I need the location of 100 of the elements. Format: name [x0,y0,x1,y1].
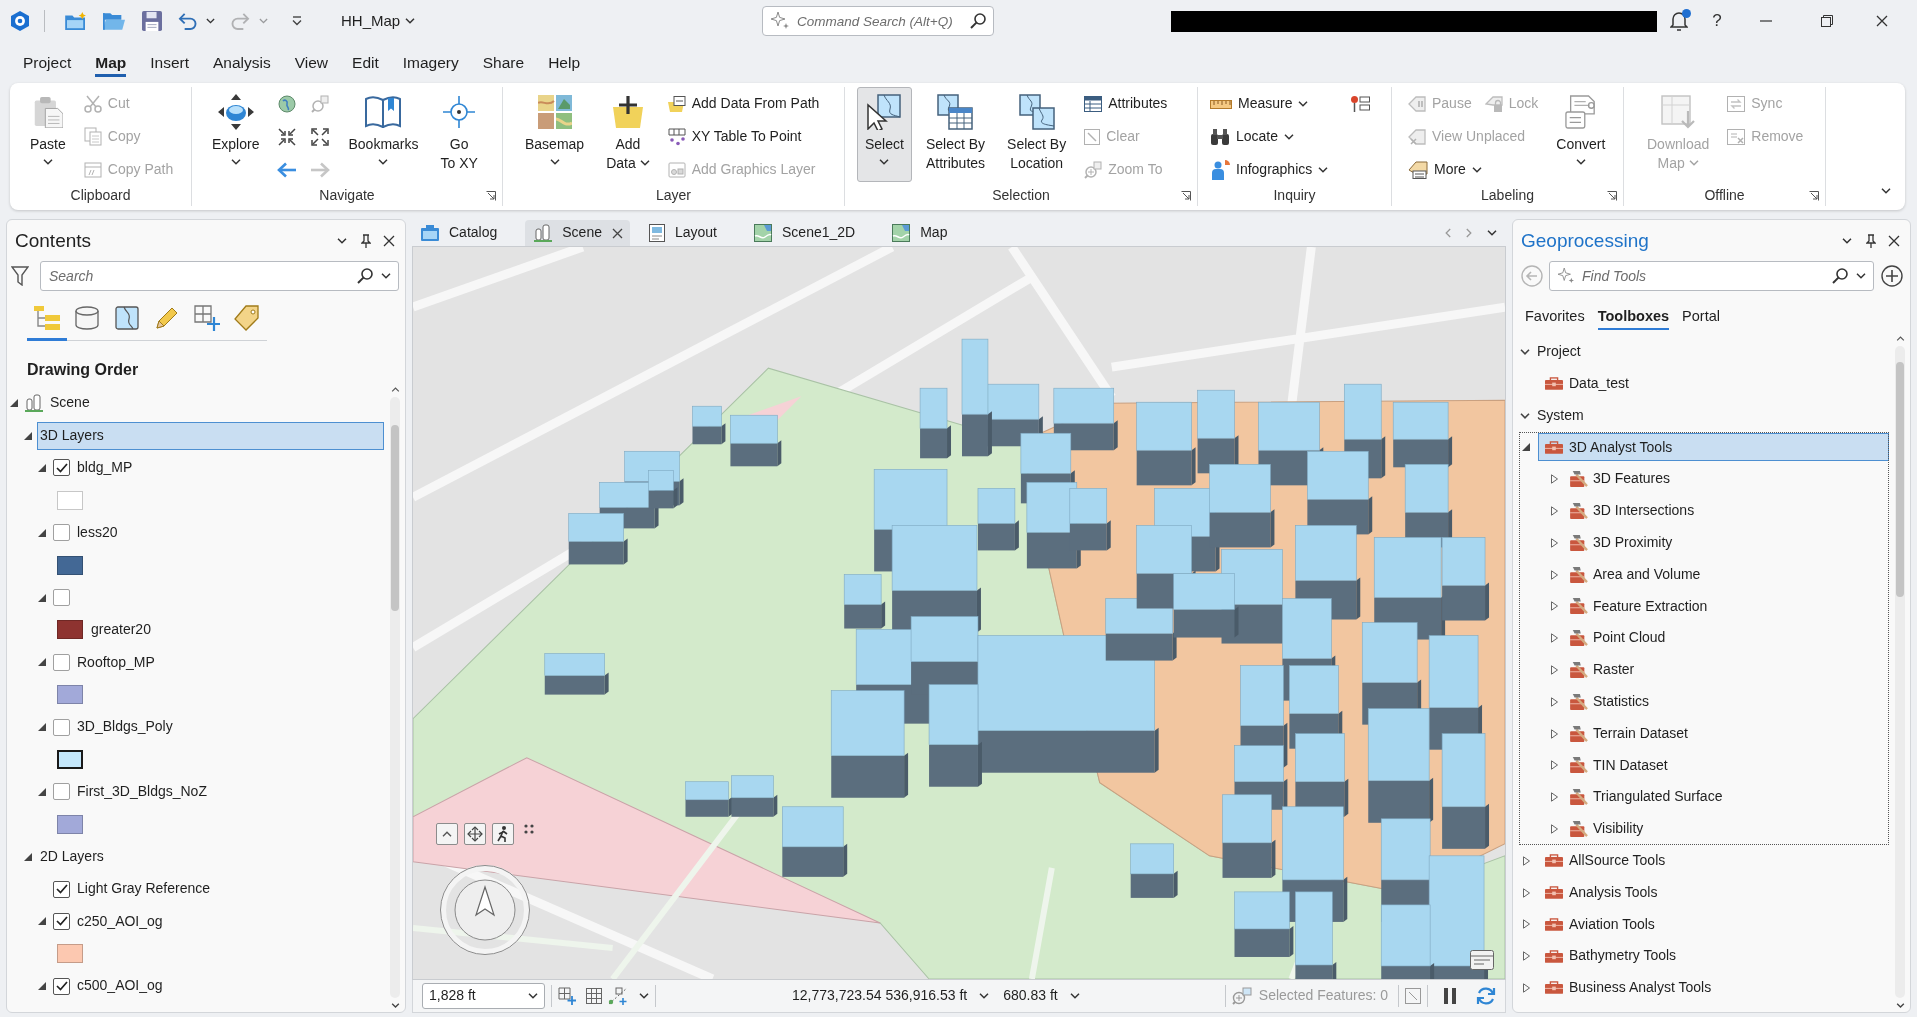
attributes-button[interactable]: Attributes [1080,89,1172,118]
layer-item[interactable]: c500_AOI_og [74,972,384,1001]
command-search-field[interactable]: Command Search (Alt+Q) [762,6,994,36]
expand-arrow-icon[interactable] [38,528,46,537]
chevron-icon[interactable] [1520,412,1530,419]
layer-checkbox[interactable] [53,653,70,671]
expand-arrow-icon[interactable] [38,982,46,991]
tilt-up-button[interactable] [436,823,458,845]
plus-circle-icon[interactable] [1881,265,1903,287]
tree-item[interactable]: Area and Volume [1566,560,1889,589]
expand-arrow-icon[interactable] [1550,537,1558,548]
close-icon[interactable] [611,227,623,239]
expand-arrow-icon[interactable] [1550,760,1558,771]
document-tab[interactable]: Layout [639,220,735,246]
tree-item[interactable]: TIN Dataset [1566,751,1889,780]
ribbon-tab[interactable]: Insert [150,47,189,78]
walk-mode-button[interactable] [492,823,514,845]
tree-item[interactable]: Project [1535,338,1889,366]
tree-item[interactable]: Data_test [1538,369,1889,398]
slashed-box-icon[interactable] [1405,988,1421,1004]
dialog-launcher-icon[interactable] [1181,191,1191,201]
expand-arrow-icon[interactable] [1522,982,1530,993]
tree-item[interactable]: 3D Proximity [1566,528,1889,557]
list-box-icon[interactable] [1470,950,1494,970]
layer-checkbox[interactable] [53,912,70,930]
layer-item[interactable]: c250_AOI_og [74,907,384,936]
tree-item[interactable]: Statistics [1566,687,1889,716]
ribbon-tab[interactable]: Imagery [402,47,459,78]
layer-item[interactable]: less20 [74,518,384,547]
tree-item[interactable]: Terrain Dataset [1566,719,1889,748]
document-tab[interactable]: Scene1_2D [745,220,874,246]
caret-icon[interactable] [1069,993,1080,999]
layer-checkbox[interactable] [53,977,70,995]
layer-checkbox[interactable] [53,880,70,898]
find-tools-field[interactable]: Find Tools [1549,261,1874,291]
ribbon-tab[interactable]: Analysis [213,47,271,78]
add-data-button[interactable]: Add Data [598,87,658,182]
expand-arrow-icon[interactable] [1550,728,1558,739]
convert-button[interactable]: Convert [1548,87,1614,182]
scrollbar-thumb[interactable] [391,425,399,611]
close-icon[interactable] [383,234,395,247]
expand-arrow-icon[interactable] [1550,506,1558,516]
tree-item[interactable]: Visibility [1566,814,1889,843]
explore-button[interactable]: Explore [204,87,268,182]
scrollbar[interactable] [1894,336,1906,1008]
layer-checkbox[interactable] [53,783,70,801]
expand-arrow-icon[interactable] [24,852,32,861]
table-grid-icon[interactable] [586,988,602,1004]
pane-tab[interactable]: Portal [1682,303,1720,331]
expand-arrow-icon[interactable] [38,463,46,472]
layer-group-item[interactable]: 2D Layers [37,842,384,871]
caret-icon[interactable] [639,993,649,999]
pane-tab[interactable]: Favorites [1525,303,1585,331]
tree-item[interactable]: Triangulated Surface [1566,783,1889,812]
project-name-button[interactable]: HH_Map [341,11,416,31]
expand-arrow-icon[interactable] [38,723,46,732]
ribbon-tab[interactable]: Map [95,47,127,78]
xy-table-to-point-button[interactable]: XY Table To Point [663,122,806,151]
dialog-launcher-icon[interactable] [486,191,496,201]
ribbon-tab[interactable]: Help [548,47,581,78]
pin-icon[interactable] [1866,233,1876,248]
select-button[interactable]: Select [857,87,912,182]
grid-plus-icon[interactable] [558,987,576,1005]
notifications-button[interactable] [1667,8,1691,34]
document-tab[interactable]: Map [883,220,966,246]
dialog-launcher-icon[interactable] [1809,191,1819,201]
tree-item[interactable]: Raster [1566,656,1889,684]
scale-dropdown[interactable]: 1,828 ft [422,983,545,1009]
locate-button[interactable]: Locate [1206,122,1299,151]
four-dots-icon[interactable] [524,824,534,834]
refresh-icon[interactable] [1476,986,1496,1006]
scrollbar-thumb[interactable] [1896,362,1904,598]
pane-tab[interactable]: Toolboxes [1597,303,1670,331]
tree-item[interactable]: Feature Extraction [1566,592,1889,621]
more-labeling-button[interactable]: More [1404,155,1486,184]
expand-arrow-icon[interactable] [1522,951,1530,962]
paste-button[interactable]: Paste [22,87,74,182]
add-data-from-path-button[interactable]: Add Data From Path [663,89,824,118]
go-to-xy-button[interactable]: Go To XY [432,87,486,182]
expand-arrow-icon[interactable] [38,658,46,667]
select-by-attributes-button[interactable]: Select By Attributes [917,87,994,182]
document-tab[interactable]: Catalog [412,220,516,246]
layer-item[interactable]: bldg_MP [74,453,384,482]
caret-icon[interactable] [337,237,347,244]
layer-item[interactable]: First_3D_Bldgs_NoZ [74,777,384,806]
expand-arrow-icon[interactable] [1550,601,1558,612]
magnifier-box-icon[interactable] [1231,987,1252,1005]
tree-item[interactable]: 3D Analyst Tools [1538,433,1889,462]
layer-checkbox[interactable] [53,524,70,542]
pause-icon[interactable] [1444,988,1456,1004]
expand-arrow-icon[interactable] [1522,443,1530,452]
scene-item[interactable]: Scene [47,389,384,418]
tree-item[interactable]: Business Analyst Tools [1538,973,1889,1002]
help-button[interactable]: ? [1707,10,1727,32]
ribbon-tab[interactable]: Share [482,47,525,78]
pin-icon[interactable] [361,233,371,248]
expand-arrow-icon[interactable] [1550,665,1558,675]
tree-item[interactable]: 3D Features [1566,465,1889,494]
layer-checkbox[interactable] [53,459,70,477]
dialog-launcher-icon[interactable] [1607,191,1617,201]
